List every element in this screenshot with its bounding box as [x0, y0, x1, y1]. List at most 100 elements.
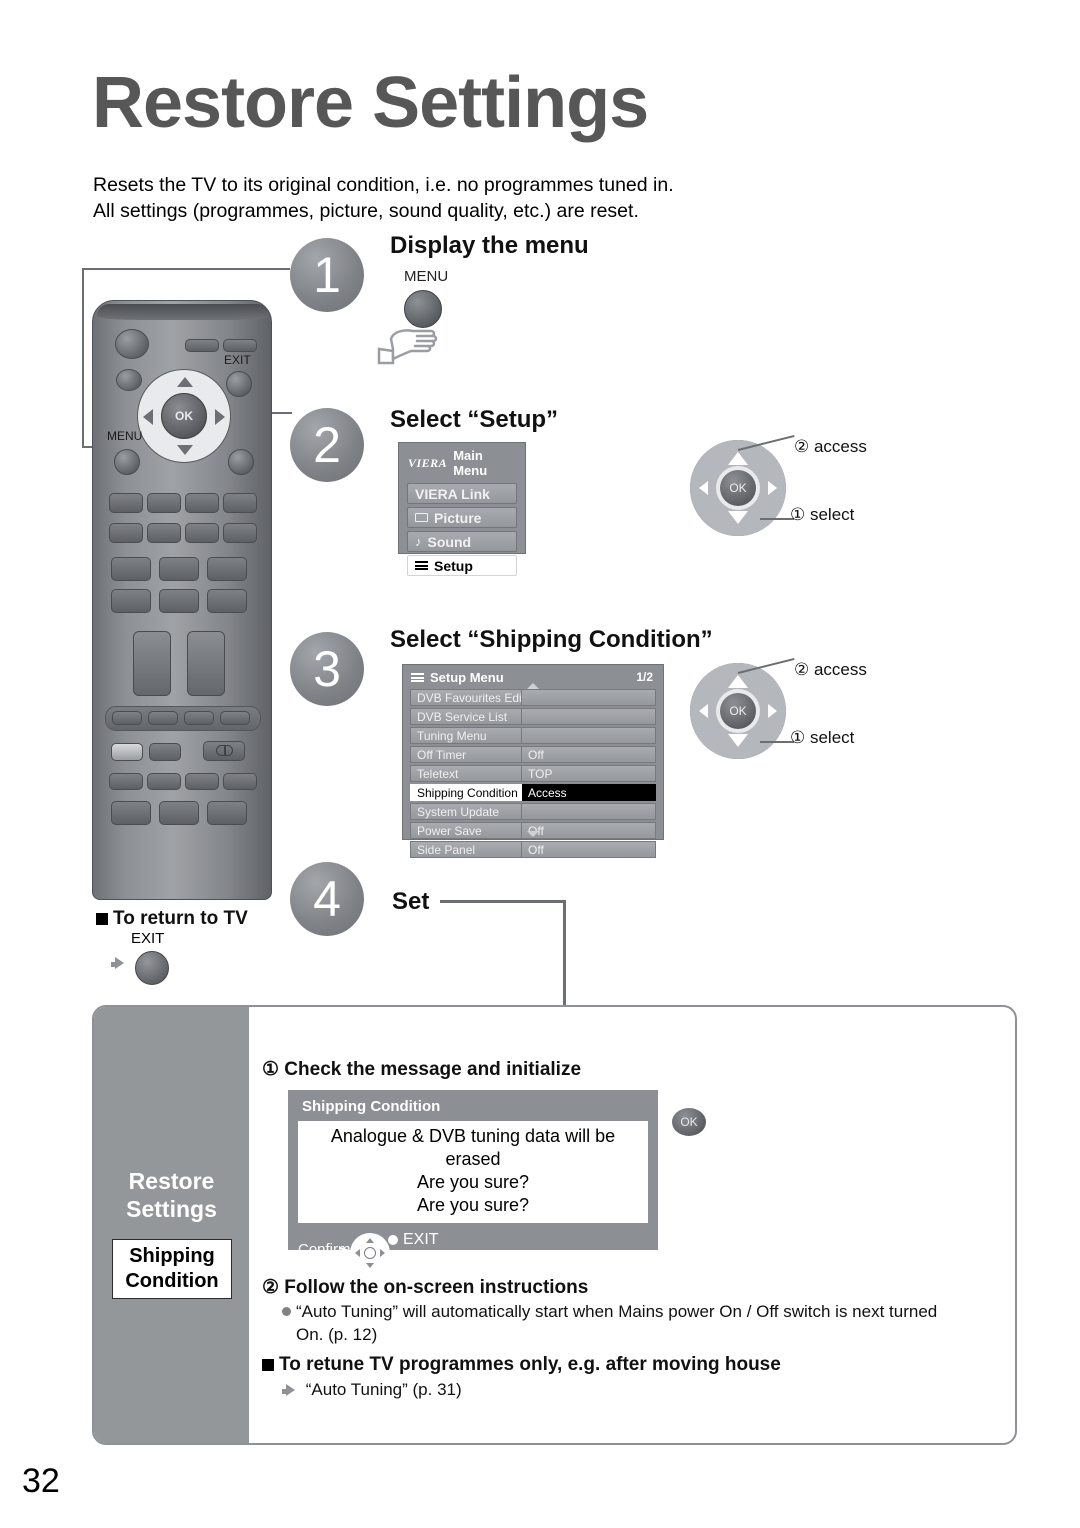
cursor-diagram-step3: OK: [690, 663, 786, 759]
remote-bottom-button-2[interactable]: [159, 801, 199, 825]
page-number: 32: [22, 1462, 60, 1500]
pointing-hand-icon: [377, 329, 438, 365]
remote-function-button-1[interactable]: [111, 743, 143, 761]
cursor-left-arrow-icon: [699, 704, 708, 718]
remote-key-10[interactable]: [159, 557, 199, 581]
remote-key-2[interactable]: [147, 493, 181, 513]
detail-item-1-heading: ① Check the message and initialize: [262, 1059, 582, 1080]
remote-input-button[interactable]: [116, 369, 142, 391]
setup-row-value: Off: [522, 746, 656, 763]
intro-line-2: All settings (programmes, picture, sound…: [93, 200, 639, 222]
cursor-left-arrow-icon: [699, 481, 708, 495]
remote-small-button-1[interactable]: [185, 339, 219, 352]
picture-icon: [415, 513, 428, 522]
step-1-title: Display the menu: [390, 232, 589, 259]
remote-key-11[interactable]: [207, 557, 247, 581]
cursor-ok-button[interactable]: OK: [720, 470, 756, 506]
setup-menu-row[interactable]: Tuning Menu: [410, 727, 656, 744]
setup-menu-row[interactable]: DVB Service List: [410, 708, 656, 725]
main-menu-header: VIERA Main Menu: [399, 443, 525, 483]
setup-row-label: System Update: [410, 803, 522, 820]
connector-step1: [82, 268, 290, 270]
remote-menu-button[interactable]: [114, 449, 140, 475]
cursor-right-arrow-icon: [768, 704, 777, 718]
return-to-tv-exit-label: EXIT: [131, 930, 165, 947]
remote-key-7[interactable]: [185, 523, 219, 543]
setup-menu-row[interactable]: Side Panel Off: [410, 841, 656, 858]
setup-menu-row-shipping-condition[interactable]: Shipping Condition Access: [410, 784, 656, 801]
setup-menu-row[interactable]: Teletext TOP: [410, 765, 656, 782]
remote-colour-red[interactable]: [112, 711, 142, 725]
setup-menu-heading: Setup Menu: [430, 670, 504, 685]
remote-volume-rocker[interactable]: [133, 631, 171, 696]
remote-key-9[interactable]: [111, 557, 151, 581]
remote-playback-button-4[interactable]: [223, 773, 257, 790]
remote-colour-yellow[interactable]: [184, 711, 214, 725]
main-menu-item-viera-link[interactable]: VIERA Link: [407, 483, 517, 504]
page-title: Restore Settings: [92, 63, 649, 143]
intro-line-1: Resets the TV to its original condition,…: [93, 174, 674, 196]
remote-key-3[interactable]: [185, 493, 219, 513]
remote-function-button-2[interactable]: [149, 743, 181, 761]
setup-row-value: [522, 803, 656, 820]
main-menu-item-picture[interactable]: Picture: [407, 507, 517, 528]
remote-aspect-icon-divider: [224, 745, 226, 756]
setup-row-label: Side Panel: [410, 841, 522, 858]
sidebar-title-line-1: Restore: [128, 1168, 215, 1194]
remote-key-5[interactable]: [109, 523, 143, 543]
remote-colour-green[interactable]: [148, 711, 178, 725]
dpad-down-arrow: [177, 445, 193, 455]
remote-key-1[interactable]: [109, 493, 143, 513]
setup-row-label: Shipping Condition: [410, 784, 522, 801]
remote-exit-label: EXIT: [224, 353, 251, 367]
setup-row-value: TOP: [522, 765, 656, 782]
remote-colour-blue[interactable]: [220, 711, 250, 725]
detail-item-2-body: “Auto Tuning” will automatically start w…: [282, 1300, 1012, 1346]
setup-menu-row[interactable]: System Update: [410, 803, 656, 820]
setup-menu-row[interactable]: DVB Favourites Edit: [410, 689, 656, 706]
sidebar-title: Restore Settings: [94, 1167, 249, 1223]
remote-bottom-button-1[interactable]: [111, 801, 151, 825]
dialog-ok-button[interactable]: OK: [672, 1108, 706, 1136]
remote-top-band: [97, 304, 269, 320]
cursor-select-leader-step3: [760, 741, 794, 743]
remote-playback-button-1[interactable]: [109, 773, 143, 790]
remote-power-button[interactable]: [115, 329, 149, 359]
list-icon: [415, 561, 428, 570]
dialog-message: Analogue & DVB tuning data will be erase…: [298, 1121, 648, 1223]
remote-return-button[interactable]: [228, 449, 254, 475]
setup-row-label: Teletext: [410, 765, 522, 782]
setup-row-label: Tuning Menu: [410, 727, 522, 744]
setup-row-label: Power Save: [410, 822, 522, 839]
remote-key-13[interactable]: [159, 589, 199, 613]
cursor-down-arrow-icon: [728, 511, 748, 524]
remote-small-button-2[interactable]: [223, 339, 257, 352]
remote-key-8[interactable]: [223, 523, 257, 543]
remote-control: OK MENU EXIT: [92, 300, 272, 900]
remote-bottom-button-3[interactable]: [207, 801, 247, 825]
main-menu-item-sound[interactable]: ♪ Sound: [407, 531, 517, 552]
remote-ok-button[interactable]: OK: [161, 393, 207, 439]
main-menu-item-setup[interactable]: Setup: [407, 555, 517, 576]
cursor-ok-button[interactable]: OK: [720, 693, 756, 729]
manual-page: Restore Settings Resets the TV to its or…: [0, 0, 1080, 1528]
shipping-condition-dialog: Shipping Condition Analogue & DVB tuning…: [288, 1090, 658, 1282]
remote-key-6[interactable]: [147, 523, 181, 543]
dialog-message-line-1: Analogue & DVB tuning data will be erase…: [330, 1126, 616, 1169]
dialog-exit-option[interactable]: EXIT: [388, 1231, 439, 1249]
cursor-right-arrow-icon: [768, 481, 777, 495]
remote-key-4[interactable]: [223, 493, 257, 513]
remote-key-12[interactable]: [111, 589, 151, 613]
detail-item-3-body: “Auto Tuning” (p. 31): [282, 1378, 462, 1401]
remote-channel-rocker[interactable]: [187, 631, 225, 696]
remote-playback-button-2[interactable]: [147, 773, 181, 790]
detail-item-3-body-text: “Auto Tuning” (p. 31): [305, 1380, 462, 1399]
remote-exit-button[interactable]: [226, 371, 252, 397]
setup-menu-row[interactable]: Off Timer Off: [410, 746, 656, 763]
return-to-tv-exit-button[interactable]: [135, 951, 169, 985]
mini-dpad-left-arrow: [355, 1249, 360, 1257]
remote-playback-button-3[interactable]: [185, 773, 219, 790]
mini-dpad-right-arrow: [380, 1249, 385, 1257]
setup-row-value: [522, 708, 656, 725]
remote-key-14[interactable]: [207, 589, 247, 613]
